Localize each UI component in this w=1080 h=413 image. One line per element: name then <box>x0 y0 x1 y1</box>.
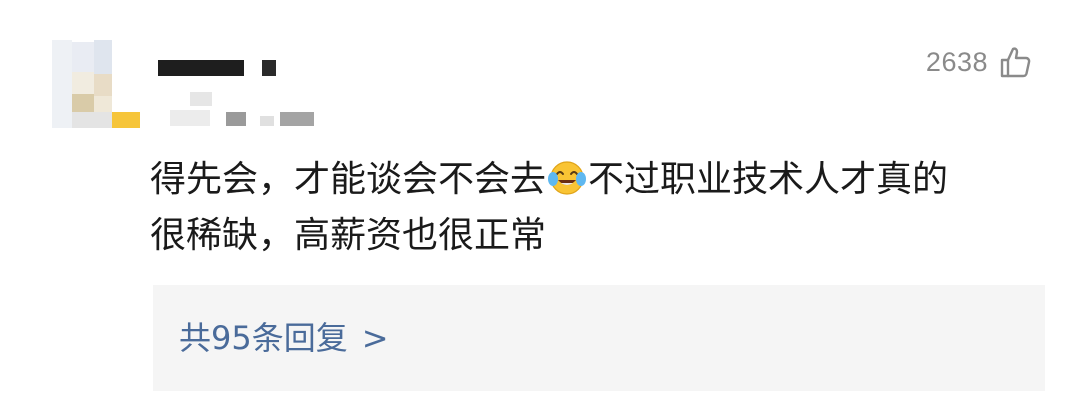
avatar[interactable] <box>52 40 142 130</box>
comment-text: 得先会，才能谈会不会去 不过职业技术人才真的 很稀缺，高薪资也很正常 <box>150 152 1050 264</box>
thumbs-up-icon[interactable] <box>998 45 1032 79</box>
like-count: 2638 <box>925 46 988 77</box>
view-replies-link[interactable]: 共95条回复 > <box>179 285 389 391</box>
comment-text-part: 不过职业技术人才真的 <box>588 159 949 200</box>
comment-text-part: 很稀缺，高薪资也很正常 <box>150 215 547 256</box>
chevron-right-icon: > <box>361 319 389 357</box>
user-meta-redacted <box>170 92 320 128</box>
comment-text-part: 得先会，才能谈会不会去 <box>150 159 547 200</box>
tears-of-joy-emoji <box>547 157 587 197</box>
like-button[interactable]: 2638 <box>926 44 1032 80</box>
replies-panel: 共95条回复 > <box>153 285 1045 391</box>
username-redacted[interactable] <box>158 57 282 79</box>
redaction-bar <box>262 60 276 76</box>
redaction-bar <box>158 60 244 76</box>
comment-card: 2638 得先会，才能谈会不会去 不过职业技术人才真的 很稀缺，高薪资也很正常 共… <box>0 0 1080 413</box>
replies-count-label: 共95条回复 <box>179 319 348 357</box>
